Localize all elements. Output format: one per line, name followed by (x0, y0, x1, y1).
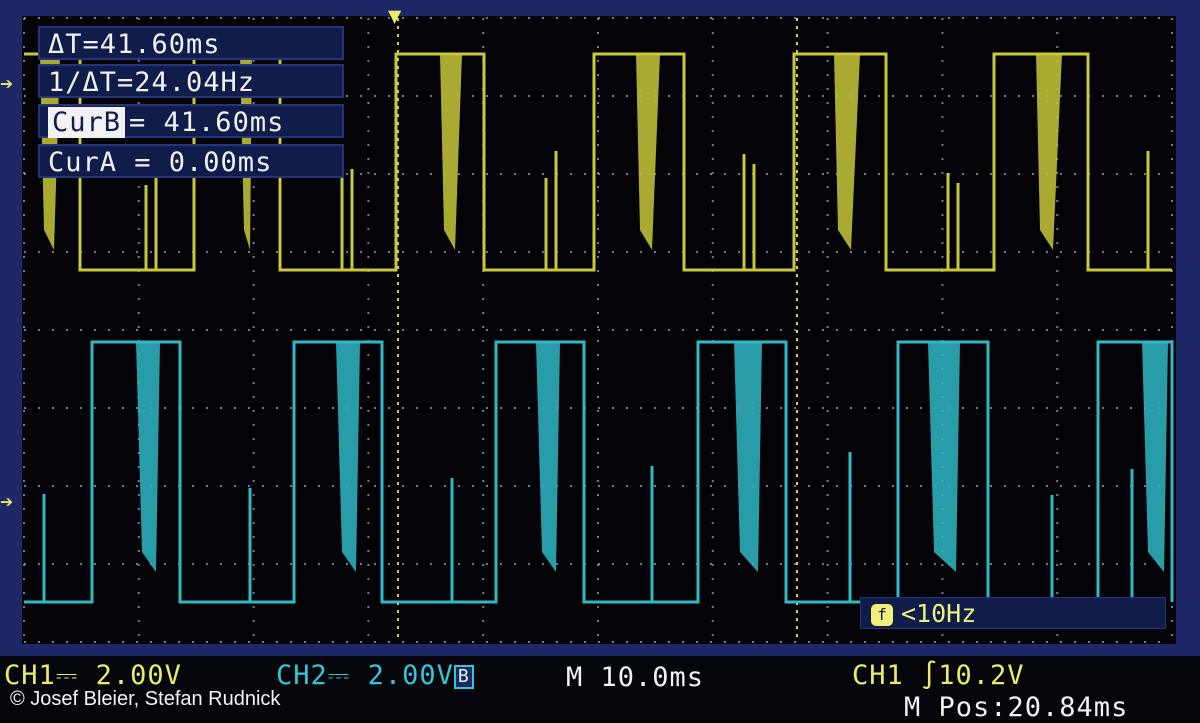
trigger-frequency-readout: f <10Hz (860, 597, 1166, 629)
copyright-notice: © Josef Bleier, Stefan Rudnick (10, 688, 281, 710)
ch1-level-marker-icon: ➔ (0, 72, 14, 97)
cursor-b-readout[interactable]: CurB = 41.60ms (38, 104, 344, 138)
delta-t-text: ΔT=41.60ms (48, 29, 221, 60)
bandwidth-limit-badge: B (453, 664, 474, 689)
screen-left-frame (0, 0, 22, 656)
inverse-delta-t-readout: 1/ΔT=24.04Hz (38, 64, 344, 98)
screen-right-frame (1176, 0, 1200, 656)
cursor-a-readout[interactable]: CurA = 0.00ms (38, 144, 344, 178)
inverse-delta-t-text: 1/ΔT=24.04Hz (48, 67, 256, 98)
ch2-level-marker-icon: ➔ (0, 490, 14, 515)
frequency-icon: f (871, 604, 893, 626)
oscilloscope-screen: ▼ ➔ ➔ ΔT=41.60ms 1/ΔT=24.04Hz CurB = 41.6… (0, 0, 1200, 723)
timebase-readout[interactable]: M 10.0ms (566, 662, 704, 693)
cursor-b-value: = 41.60ms (129, 107, 285, 138)
trigger-frequency-text: <10Hz (901, 599, 977, 628)
cursor-a-text: CurA = 0.00ms (48, 147, 273, 178)
ch2-scale[interactable]: CH2⎓ 2.00V B (276, 660, 474, 692)
cursor-b-label[interactable]: CurB (48, 107, 126, 138)
trigger-readout[interactable]: CH1 ∫10.2V (852, 660, 1025, 691)
trigger-position-marker-icon: ▼ (388, 4, 402, 29)
screen-top-frame (0, 0, 1200, 16)
delta-t-readout: ΔT=41.60ms (38, 26, 344, 60)
horizontal-position-readout[interactable]: M Pos:20.84ms (904, 692, 1128, 723)
ch2-scale-text: CH2⎓ 2.00V (276, 660, 454, 691)
screen-bottom-frame (0, 644, 1200, 656)
